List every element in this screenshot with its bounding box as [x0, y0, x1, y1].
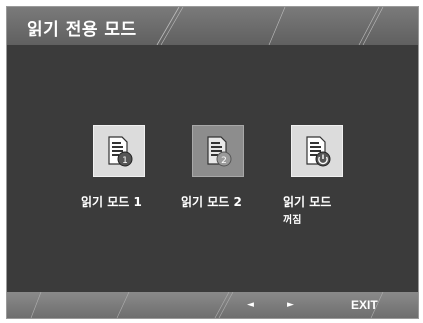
osd-footer: ◄ ► EXIT [7, 292, 418, 318]
exit-button[interactable]: EXIT [351, 298, 378, 312]
svg-text:2: 2 [221, 156, 227, 166]
document-reading-icon: 1 [108, 136, 133, 167]
reading-mode-off-sublabel: 꺼짐 [283, 215, 302, 226]
previous-arrow-button[interactable]: ◄ [247, 299, 254, 311]
document-reading-icon: 2 [207, 136, 232, 167]
osd-title: 읽기 전용 모드 [27, 20, 137, 40]
reading-mode-off-label: 읽기 모드 [283, 195, 332, 209]
reading-mode-1-label: 읽기 모드 1 [81, 195, 142, 209]
reading-mode-2-button[interactable]: 2 [192, 125, 244, 177]
reading-mode-2-label: 읽기 모드 2 [181, 195, 242, 209]
reading-mode-1-button[interactable]: 1 [93, 125, 145, 177]
svg-text:1: 1 [122, 156, 128, 166]
reading-mode-off-button[interactable] [291, 125, 343, 177]
osd-window: 읽기 전용 모드 1 2 읽기 모드 1 읽기 모드 2 읽기 모드 꺼짐 ◄ … [6, 6, 419, 319]
next-arrow-button[interactable]: ► [287, 299, 294, 311]
document-power-off-icon [306, 136, 331, 167]
osd-header: 읽기 전용 모드 [7, 7, 418, 45]
osd-body: 1 2 읽기 모드 1 읽기 모드 2 읽기 모드 꺼짐 [7, 45, 418, 292]
